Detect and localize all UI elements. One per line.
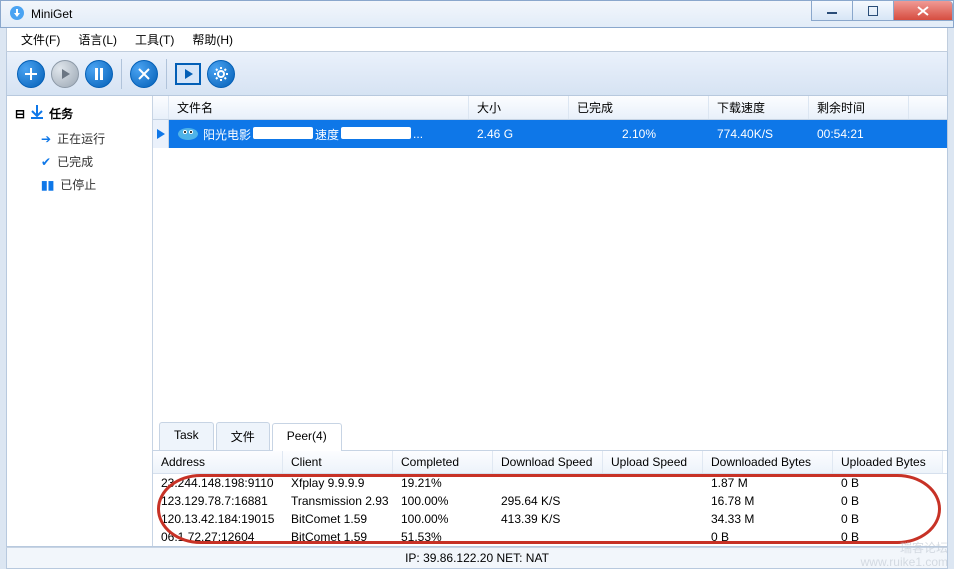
- add-button[interactable]: [17, 60, 45, 88]
- sidebar-item-completed[interactable]: ✔ 已完成: [7, 150, 152, 173]
- peer-cell-addr: 123.129.78.7:16881: [153, 492, 283, 510]
- cell-speed: 774.40K/S: [709, 127, 809, 141]
- peer-cell-uspeed: [603, 510, 703, 528]
- maximize-button[interactable]: [852, 1, 894, 21]
- check-icon: ✔: [41, 155, 51, 169]
- cell-size: 2.46 G: [469, 127, 569, 141]
- peer-cell-addr: 120.13.42.184:19015: [153, 510, 283, 528]
- peer-cell-dspeed: 413.39 K/S: [493, 510, 603, 528]
- peer-cell-dspeed: 295.64 K/S: [493, 492, 603, 510]
- redacted-text: [253, 127, 313, 139]
- filename-mid: 速度: [315, 126, 339, 143]
- pcol-address[interactable]: Address: [153, 451, 283, 473]
- peer-row[interactable]: 123.129.78.7:16881Transmission 2.93100.0…: [153, 492, 947, 510]
- sidebar-item-label: 已完成: [57, 153, 93, 170]
- window-titlebar: MiniGet: [0, 0, 954, 28]
- peer-row[interactable]: 23.244.148.198:9110Xfplay 9.9.9.919.21% 1…: [153, 474, 947, 492]
- peer-cell-dbytes: 1.87 M: [703, 474, 833, 492]
- cell-remaining: 00:54:21: [809, 127, 909, 141]
- peer-cell-ubytes: 0 B: [833, 492, 943, 510]
- peer-cell-addr: 06.1.72.27:12604: [153, 528, 283, 546]
- play-indicator-icon: [153, 120, 169, 148]
- col-remaining[interactable]: 剩余时间: [809, 96, 909, 119]
- play-button[interactable]: [51, 60, 79, 88]
- peer-cell-completed: 19.21%: [393, 474, 493, 492]
- window-title: MiniGet: [31, 7, 72, 21]
- pcol-completed[interactable]: Completed: [393, 451, 493, 473]
- tab-file[interactable]: 文件: [216, 422, 270, 450]
- menu-file[interactable]: 文件(F): [13, 29, 68, 50]
- peer-cell-ubytes: 0 B: [833, 510, 943, 528]
- peer-cell-dbytes: 0 B: [703, 528, 833, 546]
- peer-cell-dbytes: 16.78 M: [703, 492, 833, 510]
- toolbar-separator: [121, 59, 122, 89]
- pause-icon: ▮▮: [41, 178, 54, 192]
- sidebar-item-running[interactable]: ➔ 正在运行: [7, 127, 152, 150]
- toolbar-separator: [166, 59, 167, 89]
- peer-cell-uspeed: [603, 528, 703, 546]
- peer-cell-dbytes: 34.33 M: [703, 510, 833, 528]
- close-button[interactable]: [893, 1, 953, 21]
- download-row[interactable]: 阳光电影 速度 ... 2.46 G 2.10% 774.40K/S 00:54…: [153, 120, 947, 148]
- peer-cell-client: BitComet 1.59: [283, 510, 393, 528]
- peer-cell-ubytes: 0 B: [833, 474, 943, 492]
- pause-button[interactable]: [85, 60, 113, 88]
- video-icon: [177, 125, 199, 143]
- peer-cell-completed: 51.53%: [393, 528, 493, 546]
- pcol-dspeed[interactable]: Download Speed: [493, 451, 603, 473]
- sidebar-item-label: 正在运行: [57, 130, 105, 147]
- peer-row[interactable]: 06.1.72.27:12604BitComet 1.5951.53% 0 B0 …: [153, 528, 947, 546]
- grid-header: 文件名 大小 已完成 下载速度 剩余时间: [153, 96, 947, 120]
- settings-button[interactable]: [207, 60, 235, 88]
- filename-suffix: ...: [413, 127, 423, 141]
- peer-grid-header: Address Client Completed Download Speed …: [153, 451, 947, 474]
- redacted-text: [341, 127, 411, 139]
- minimize-button[interactable]: [811, 1, 853, 21]
- cell-completed: 2.10%: [569, 127, 709, 141]
- media-button[interactable]: [175, 63, 201, 85]
- col-speed[interactable]: 下载速度: [709, 96, 809, 119]
- peer-cell-dspeed: [493, 528, 603, 546]
- tasks-icon: [29, 104, 45, 123]
- menu-tools[interactable]: 工具(T): [127, 29, 182, 50]
- pcol-dbytes[interactable]: Downloaded Bytes: [703, 451, 833, 473]
- sidebar-item-label: 已停止: [60, 176, 96, 193]
- menubar: 文件(F) 语言(L) 工具(T) 帮助(H): [6, 28, 948, 52]
- peer-cell-uspeed: [603, 492, 703, 510]
- sidebar: ⊟ 任务 ➔ 正在运行 ✔ 已完成 ▮▮ 已停止: [7, 96, 153, 546]
- collapse-icon: ⊟: [15, 107, 25, 121]
- sidebar-title: 任务: [49, 105, 73, 122]
- peer-cell-uspeed: [603, 474, 703, 492]
- col-filename[interactable]: 文件名: [169, 96, 469, 119]
- app-icon: [9, 5, 25, 24]
- tab-task[interactable]: Task: [159, 422, 214, 450]
- peer-cell-dspeed: [493, 474, 603, 492]
- peer-cell-client: BitComet 1.59: [283, 528, 393, 546]
- menu-help[interactable]: 帮助(H): [184, 29, 241, 50]
- peer-rows: 23.244.148.198:9110Xfplay 9.9.9.919.21%1…: [153, 474, 947, 546]
- peer-row[interactable]: 120.13.42.184:19015BitComet 1.59100.00%4…: [153, 510, 947, 528]
- sidebar-item-stopped[interactable]: ▮▮ 已停止: [7, 173, 152, 196]
- peer-cell-addr: 23.244.148.198:9110: [153, 474, 283, 492]
- detail-tabs: Task 文件 Peer(4): [153, 422, 947, 451]
- pcol-uspeed[interactable]: Upload Speed: [603, 451, 703, 473]
- col-size[interactable]: 大小: [469, 96, 569, 119]
- peer-cell-client: Xfplay 9.9.9.9: [283, 474, 393, 492]
- peer-cell-ubytes: 0 B: [833, 528, 943, 546]
- delete-button[interactable]: [130, 60, 158, 88]
- toolbar: [6, 52, 948, 96]
- sidebar-header[interactable]: ⊟ 任务: [7, 100, 152, 127]
- peer-cell-client: Transmission 2.93: [283, 492, 393, 510]
- peer-cell-completed: 100.00%: [393, 510, 493, 528]
- status-bar: IP: 39.86.122.20 NET: NAT: [6, 547, 948, 569]
- status-text: IP: 39.86.122.20 NET: NAT: [405, 551, 549, 565]
- pcol-ubytes[interactable]: Uploaded Bytes: [833, 451, 943, 473]
- tab-peer[interactable]: Peer(4): [272, 423, 342, 451]
- filename-prefix: 阳光电影: [203, 126, 251, 143]
- col-completed[interactable]: 已完成: [569, 96, 709, 119]
- menu-language[interactable]: 语言(L): [70, 29, 125, 50]
- pcol-client[interactable]: Client: [283, 451, 393, 473]
- running-icon: ➔: [41, 132, 51, 146]
- peer-cell-completed: 100.00%: [393, 492, 493, 510]
